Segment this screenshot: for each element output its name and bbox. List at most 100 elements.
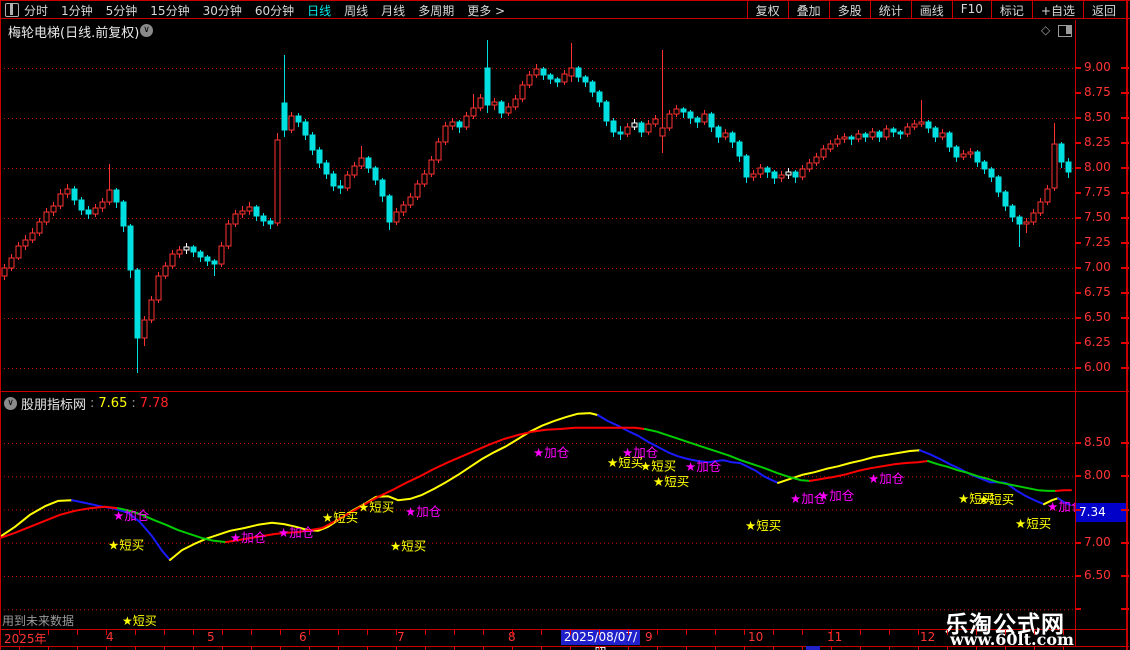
candle-body	[673, 108, 680, 115]
axis-tick-outer	[1121, 142, 1129, 144]
axis-tick	[1075, 167, 1081, 169]
candle-body	[631, 122, 638, 128]
date-tick-lower	[744, 646, 745, 650]
candle-body	[295, 115, 302, 123]
date-tick	[889, 630, 890, 635]
y-axis-label: 7.50	[1084, 210, 1111, 224]
toolbar-button-4[interactable]: 画线	[910, 0, 952, 19]
period-item-4[interactable]: 30分钟	[203, 2, 242, 19]
toolbar-button-8[interactable]: 返回	[1082, 0, 1124, 19]
candle-body	[22, 239, 29, 247]
candlestick-chart[interactable]	[0, 20, 1076, 392]
candle-body	[239, 210, 246, 215]
toolbar-button-5[interactable]: F10	[951, 0, 991, 19]
signal-marker: ★加仓	[533, 445, 570, 460]
candle-body	[498, 101, 505, 114]
signal-marker-below: ★短买	[122, 614, 157, 628]
signal-marker: ★短买	[653, 474, 689, 489]
candle-body	[540, 68, 547, 76]
candle-body	[890, 128, 897, 133]
candle-body	[575, 67, 582, 78]
candle-body	[92, 207, 99, 215]
period-item-7[interactable]: 周线	[344, 2, 368, 19]
candle-body	[946, 132, 953, 148]
signal-marker: ★短买	[640, 458, 676, 473]
candle-body	[1065, 161, 1072, 173]
date-tick	[77, 630, 78, 635]
period-item-9[interactable]: 多周期	[418, 2, 454, 19]
month-label: 6	[299, 630, 307, 644]
period-item-10[interactable]: 更多 >	[467, 2, 505, 19]
toolbar-button-7[interactable]: +自选	[1031, 0, 1083, 19]
signal-marker: ★短买	[358, 500, 394, 515]
candle-body	[743, 155, 750, 178]
candle-body	[799, 168, 806, 178]
outer-right-border	[1126, 0, 1128, 650]
toolbar-button-2[interactable]: 多股	[828, 0, 870, 19]
period-item-5[interactable]: 60分钟	[255, 2, 294, 19]
outer-left-border	[0, 0, 1, 650]
period-item-2[interactable]: 5分钟	[106, 2, 138, 19]
indicator-axis-tick	[1075, 442, 1081, 444]
layout-split-icon[interactable]	[5, 3, 19, 17]
signal-marker: ★加仓	[685, 459, 722, 474]
axis-tick-outer	[1121, 267, 1129, 269]
period-item-1[interactable]: 1分钟	[61, 2, 93, 19]
candle-body	[29, 232, 36, 241]
candle-body	[967, 151, 974, 155]
date-tick-lower	[425, 646, 426, 650]
candle-body	[1044, 188, 1051, 203]
date-tick-lower	[1005, 646, 1006, 650]
period-item-0[interactable]: 分时	[24, 2, 48, 19]
candle-body	[211, 260, 218, 265]
period-item-6[interactable]: 日线	[307, 2, 331, 19]
toolbar-button-1[interactable]: 叠加	[787, 0, 829, 19]
period-item-3[interactable]: 15分钟	[150, 2, 189, 19]
candle-body	[694, 117, 701, 123]
date-tick-lower	[599, 646, 600, 650]
date-tick-lower	[222, 646, 223, 650]
candle-body	[491, 101, 498, 106]
candle-body	[736, 141, 743, 157]
candle-body	[659, 127, 666, 137]
candle-body	[414, 183, 421, 198]
date-tick-lower	[19, 646, 20, 650]
date-tick-lower	[686, 646, 687, 650]
candle-body	[372, 167, 379, 181]
date-tick	[541, 630, 542, 635]
date-tick	[512, 630, 513, 635]
date-tick	[280, 630, 281, 635]
candle-body	[1023, 221, 1030, 225]
date-tick	[599, 630, 600, 635]
indicator-line-segment	[0, 505, 119, 540]
indicator-gridlines	[0, 443, 1075, 611]
candle-body	[127, 225, 134, 271]
month-label: 9	[645, 630, 653, 644]
candle-body	[148, 299, 155, 321]
signal-marker: ★加仓	[230, 530, 267, 545]
candle-body	[561, 73, 568, 83]
candle-body	[939, 132, 946, 138]
candle-body	[995, 176, 1002, 193]
date-tick	[19, 630, 20, 635]
date-tick-lower	[512, 646, 513, 650]
date-tick	[773, 630, 774, 635]
y-axis-label: 8.25	[1084, 135, 1111, 149]
indicator-chart[interactable]: ★加仓★短买 ★加仓 ★加仓★短买★短买 ★加仓★短买★加仓★短买★加仓★短买★短买★…	[0, 392, 1076, 612]
candle-body	[85, 209, 92, 215]
axis-tick-outer	[1121, 192, 1129, 194]
axis-tick-outer	[1121, 217, 1129, 219]
candle-body	[806, 162, 813, 170]
indicator-axis-tick	[1075, 608, 1081, 611]
date-tick	[251, 630, 252, 635]
toolbar-buttons: 复权 叠加 多股 统计 画线 F10 标记 +自选 返回	[746, 0, 1124, 19]
candle-body	[547, 74, 554, 80]
date-tick-lower	[1063, 646, 1064, 650]
candle-body	[911, 123, 918, 128]
date-tick	[309, 630, 310, 635]
toolbar-button-6[interactable]: 标记	[990, 0, 1032, 19]
toolbar-button-0[interactable]: 复权	[746, 0, 788, 19]
toolbar-button-3[interactable]: 统计	[869, 0, 911, 19]
candle-body	[1030, 212, 1037, 223]
period-item-8[interactable]: 月线	[381, 2, 405, 19]
